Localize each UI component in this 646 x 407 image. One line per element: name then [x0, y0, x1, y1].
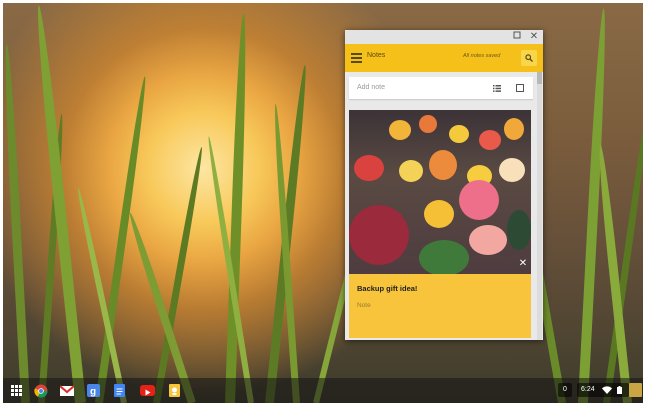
note-title[interactable]: Backup gift idea!: [357, 284, 417, 293]
keep-icon[interactable]: [169, 384, 180, 397]
youtube-icon[interactable]: [140, 385, 155, 396]
docs-icon[interactable]: [114, 384, 125, 397]
notification-count-label: 0: [563, 386, 567, 393]
image-icon[interactable]: [516, 84, 524, 92]
window-titlebar[interactable]: ✕: [345, 30, 543, 44]
remove-image-icon[interactable]: ✕: [518, 259, 528, 269]
add-note-field[interactable]: Add note: [349, 77, 533, 99]
chrome-icon[interactable]: [34, 384, 48, 398]
note-image: ✕: [349, 110, 531, 274]
desktop-wallpaper: [3, 3, 643, 403]
status-tray[interactable]: 6:24: [577, 383, 629, 397]
note-card[interactable]: ✕ Backup gift idea! Note: [349, 110, 531, 338]
google-search-icon[interactable]: g: [87, 384, 100, 398]
battery-icon: [617, 386, 622, 394]
clock-label: 6:24: [581, 386, 595, 393]
add-note-placeholder: Add note: [357, 84, 386, 91]
close-icon[interactable]: ✕: [528, 31, 540, 43]
list-icon[interactable]: [493, 85, 501, 92]
notes-window: ✕ Notes All notes saved Add note ✕ Backu…: [345, 30, 543, 340]
menu-icon[interactable]: [351, 53, 362, 63]
search-icon: [525, 54, 533, 62]
apps-launcher-icon[interactable]: [10, 384, 23, 397]
maximize-icon[interactable]: [511, 31, 523, 43]
save-status: All notes saved: [463, 53, 501, 59]
note-body-placeholder[interactable]: Note: [357, 302, 371, 309]
scrollbar[interactable]: [537, 72, 542, 340]
user-avatar[interactable]: [629, 383, 642, 397]
app-header: Notes All notes saved: [345, 44, 543, 72]
app-title: Notes: [367, 52, 386, 59]
search-button[interactable]: [521, 50, 537, 66]
gmail-icon[interactable]: [59, 384, 75, 397]
notification-count[interactable]: 0: [558, 383, 572, 397]
wifi-icon: [602, 386, 612, 394]
shelf: g 0 6:24: [3, 378, 643, 403]
svg-text:g: g: [90, 387, 96, 398]
